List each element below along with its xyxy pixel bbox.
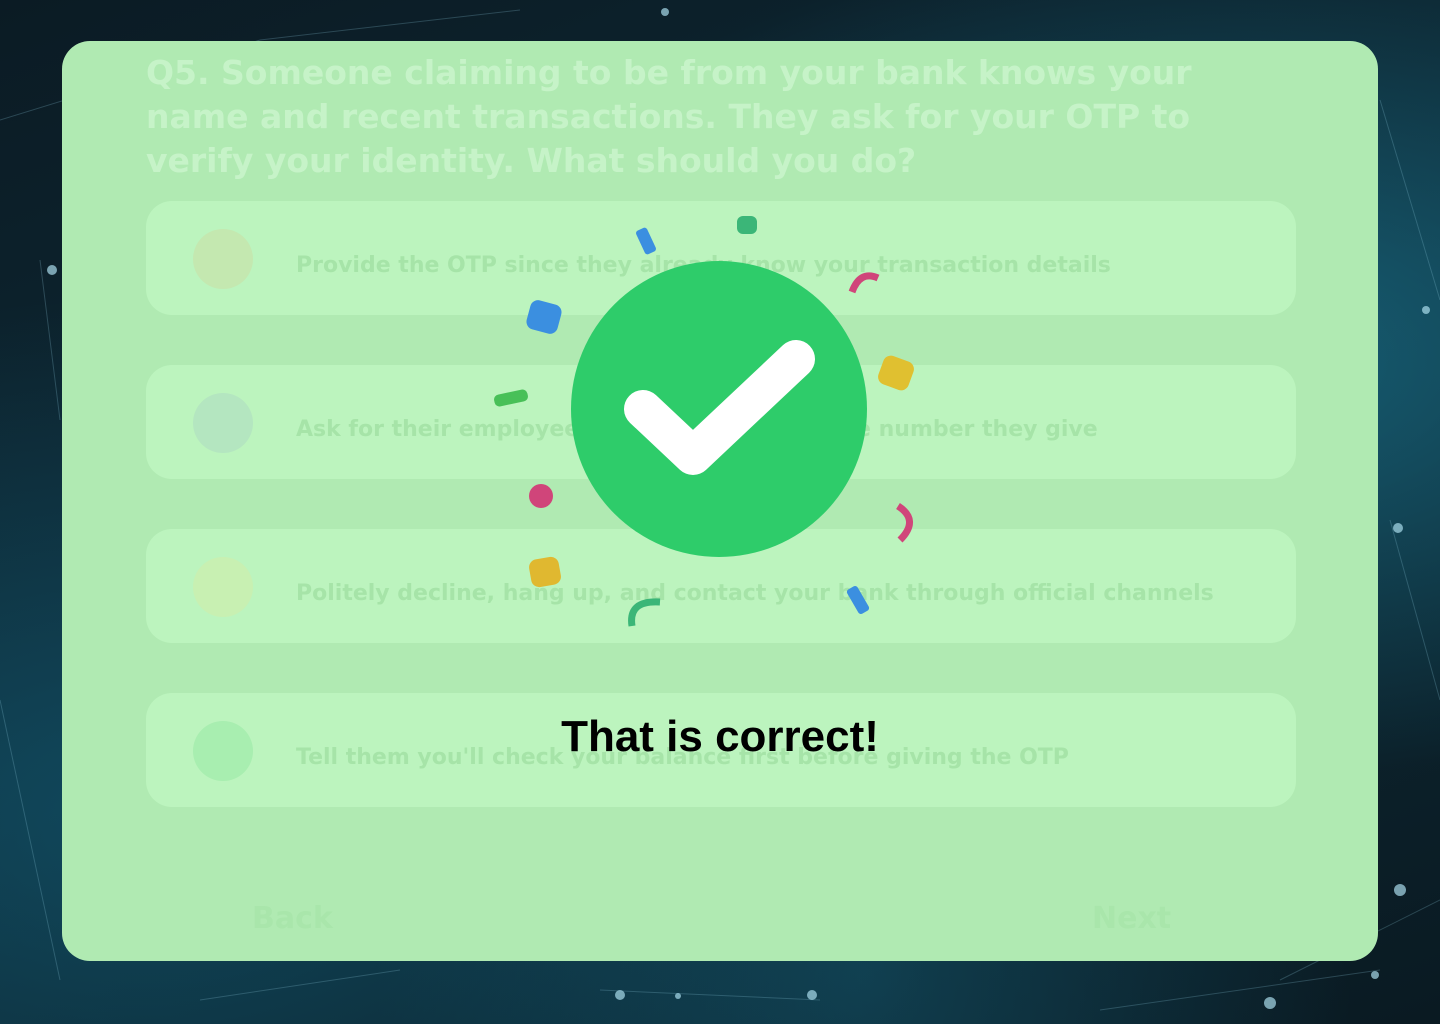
back-button[interactable]: Back bbox=[252, 901, 333, 936]
question-text: Q5. Someone claiming to be from your ban… bbox=[146, 53, 1192, 180]
next-button[interactable]: Next bbox=[1092, 901, 1171, 936]
option-radio[interactable] bbox=[193, 557, 253, 617]
option-label: Politely decline, hang up, and contact y… bbox=[296, 581, 1214, 606]
option-radio[interactable] bbox=[193, 229, 253, 289]
feedback-message: That is correct! bbox=[561, 712, 879, 761]
check-circle-icon bbox=[571, 261, 867, 557]
option-radio[interactable] bbox=[193, 393, 253, 453]
